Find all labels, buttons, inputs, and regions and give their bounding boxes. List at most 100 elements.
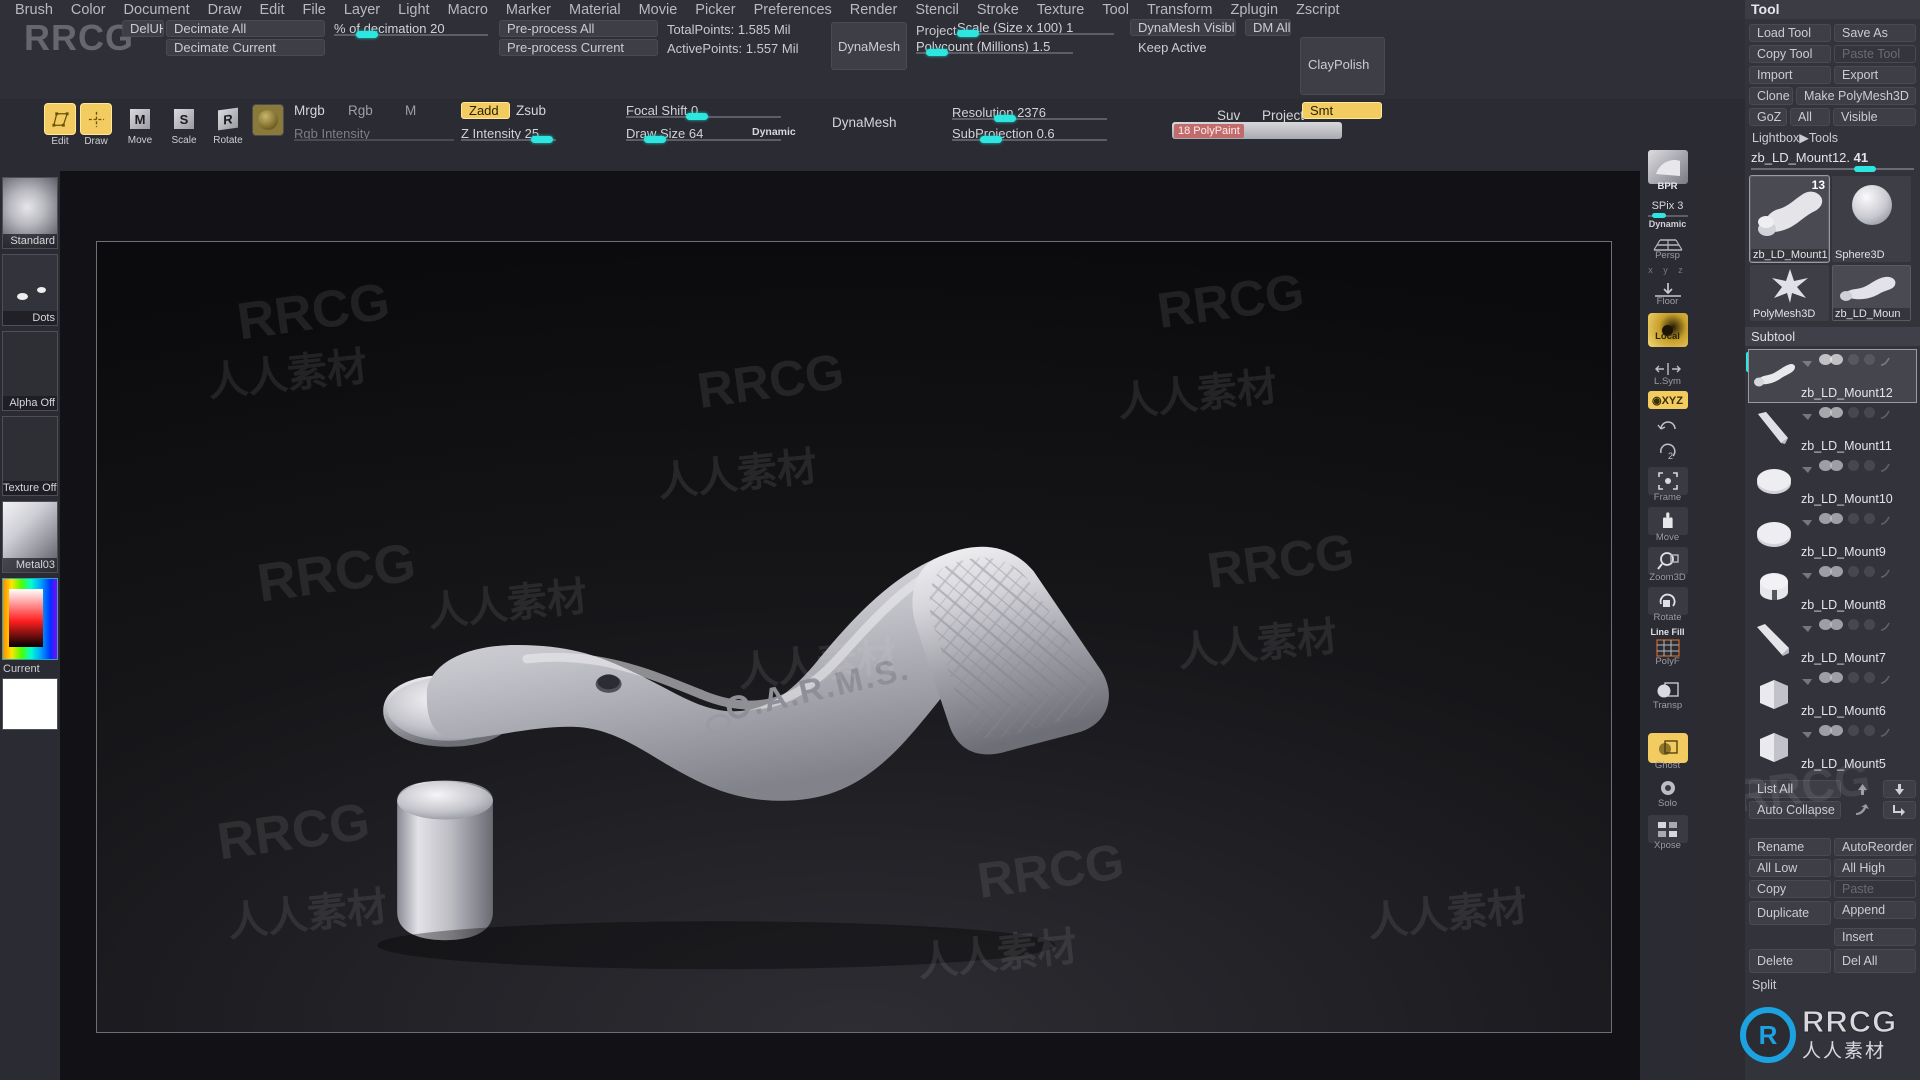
copy-tool-button[interactable]: Copy Tool xyxy=(1749,45,1831,63)
goz-button[interactable]: GoZ xyxy=(1749,108,1787,126)
resolution-slider[interactable]: Resolution 2376 xyxy=(952,104,1107,122)
z-intensity-slider[interactable]: Z Intensity 25 xyxy=(461,125,556,143)
percent-decimation-slider[interactable]: % of decimation 20 xyxy=(334,20,488,38)
decimate-current-button[interactable]: Decimate Current xyxy=(166,39,325,56)
zadd-button[interactable]: Zadd xyxy=(461,102,510,119)
tool-thumb-mount[interactable]: zb_LD_Moun xyxy=(1832,265,1911,321)
menu-item-macro[interactable]: Macro xyxy=(439,2,497,18)
dm-all-button[interactable]: DM All xyxy=(1245,19,1291,36)
auto-collapse-button[interactable]: Auto Collapse xyxy=(1749,801,1841,819)
bpr-button[interactable]: BPR xyxy=(1646,150,1690,192)
local-button[interactable]: Local xyxy=(1646,313,1690,355)
subtool-row[interactable]: zb_LD_Mount7 xyxy=(1749,615,1916,667)
list-all-button[interactable]: List All xyxy=(1749,780,1841,798)
m-button[interactable]: M xyxy=(405,103,416,118)
project-toggle[interactable]: Project xyxy=(1262,108,1304,123)
zoom3d-button[interactable]: Zoom3D xyxy=(1646,547,1690,583)
persp-button[interactable]: Persp xyxy=(1646,233,1690,261)
lsym-button[interactable]: L.Sym xyxy=(1646,359,1690,387)
polypaint-progress[interactable]: 18 PolyPaint xyxy=(1172,122,1342,139)
lightbox-tools-button[interactable]: Lightbox▶Tools xyxy=(1749,129,1916,147)
alpha-selector[interactable]: Alpha Off xyxy=(2,331,58,411)
document-canvas[interactable]: O.A.R.M.S. RRCG 人人素材 RRCG 人人素材 RRCG 人人素材… xyxy=(96,241,1612,1033)
xyz-button[interactable]: ◉XYZ xyxy=(1646,391,1690,409)
menu-item-stencil[interactable]: Stencil xyxy=(906,2,968,18)
smt-button[interactable]: Smt xyxy=(1302,102,1382,119)
dynamesh-visible-button[interactable]: DynaMesh Visible xyxy=(1130,19,1236,36)
rename-button[interactable]: Rename xyxy=(1749,838,1831,856)
menu-item-preferences[interactable]: Preferences xyxy=(745,2,841,18)
menu-item-brush[interactable]: Brush xyxy=(6,2,62,18)
preprocess-all-button[interactable]: Pre-process All xyxy=(499,20,658,37)
subtool-header[interactable]: Subtool xyxy=(1745,327,1920,346)
transp-button[interactable]: Transp xyxy=(1646,677,1690,711)
dynamesh-group-button[interactable]: DynaMesh xyxy=(831,22,907,70)
subtool-row[interactable]: zb_LD_Mount8 xyxy=(1749,562,1916,614)
stroke-selector[interactable]: Dots xyxy=(2,254,58,326)
menu-item-layer[interactable]: Layer xyxy=(335,2,389,18)
polycount-slider[interactable]: Polycount (Millions) 1.5 xyxy=(916,38,1073,56)
menu-item-tool[interactable]: Tool xyxy=(1093,2,1138,18)
subtool-icon-row[interactable] xyxy=(1801,672,1891,685)
copy-subtool-button[interactable]: Copy xyxy=(1749,880,1831,898)
clone-button[interactable]: Clone xyxy=(1749,87,1793,105)
rotate-handle-1[interactable] xyxy=(1646,415,1690,437)
insert-button[interactable]: Insert xyxy=(1834,928,1916,946)
del-all-button[interactable]: Del All xyxy=(1834,949,1916,973)
subtool-icon-row[interactable] xyxy=(1801,354,1891,367)
xpose-button[interactable]: Xpose xyxy=(1646,815,1690,851)
visible-button[interactable]: Visible xyxy=(1833,108,1916,126)
zsub-button[interactable]: Zsub xyxy=(516,103,546,118)
tool-thumb-polymesh3d[interactable]: PolyMesh3D xyxy=(1750,265,1829,321)
move-up-button[interactable] xyxy=(1844,780,1880,798)
subtool-row[interactable]: zb_LD_Mount12 xyxy=(1748,349,1917,403)
mode-move[interactable]: M Move xyxy=(124,103,156,147)
all-low-button[interactable]: All Low xyxy=(1749,859,1831,877)
move-in-button[interactable] xyxy=(1883,801,1916,819)
subtool-row[interactable]: zb_LD_Mount10 xyxy=(1749,456,1916,508)
move-button[interactable]: Move xyxy=(1646,507,1690,543)
spix-slider[interactable]: SPix 3 xyxy=(1646,200,1690,218)
preprocess-current-button[interactable]: Pre-process Current xyxy=(499,39,658,56)
material-selector[interactable]: Metal03 xyxy=(2,501,58,573)
color-picker[interactable] xyxy=(2,578,58,660)
rotate-handle-2[interactable]: 2 xyxy=(1646,441,1690,463)
floor-button[interactable]: Floor xyxy=(1646,279,1690,307)
mode-draw[interactable]: Draw xyxy=(80,103,112,147)
menu-item-light[interactable]: Light xyxy=(389,2,438,18)
menu-item-stroke[interactable]: Stroke xyxy=(968,2,1028,18)
mode-scale[interactable]: S Scale xyxy=(168,103,200,147)
brush-selector[interactable]: Standard xyxy=(2,177,58,249)
subtool-icon-row[interactable] xyxy=(1801,513,1891,526)
import-button[interactable]: Import xyxy=(1749,66,1831,84)
menu-item-transform[interactable]: Transform xyxy=(1138,2,1222,18)
menu-item-file[interactable]: File xyxy=(293,2,334,18)
claypolish-button[interactable]: ClayPolish xyxy=(1300,37,1385,95)
decimate-all-button[interactable]: Decimate All xyxy=(166,20,325,37)
duplicate-button[interactable]: Duplicate xyxy=(1749,901,1831,925)
export-button[interactable]: Export xyxy=(1834,66,1916,84)
rotate-button[interactable]: Rotate xyxy=(1646,587,1690,623)
load-tool-button[interactable]: Load Tool xyxy=(1749,24,1831,42)
mrgb-button[interactable]: Mrgb xyxy=(294,103,325,118)
subtool-row[interactable]: zb_LD_Mount9 xyxy=(1749,509,1916,561)
split-button[interactable]: Split xyxy=(1749,976,1916,994)
subprojection-slider[interactable]: SubProjection 0.6 xyxy=(952,125,1107,143)
tool-name-slider[interactable]: zb_LD_Mount12. 41 xyxy=(1745,150,1920,172)
frame-button[interactable]: Frame xyxy=(1646,467,1690,503)
menu-item-draw[interactable]: Draw xyxy=(199,2,251,18)
menu-item-picker[interactable]: Picker xyxy=(686,2,744,18)
menu-item-render[interactable]: Render xyxy=(841,2,907,18)
delete-button[interactable]: Delete xyxy=(1749,949,1831,973)
rgb-intensity-slider[interactable]: Rgb Intensity xyxy=(294,125,454,141)
auto-reorder-button[interactable]: AutoReorder xyxy=(1834,838,1916,856)
all-high-button[interactable]: All High xyxy=(1834,859,1916,877)
ghost-button[interactable]: Ghost xyxy=(1646,733,1690,771)
material-swatch-button[interactable] xyxy=(252,104,284,136)
keep-active-button[interactable]: Keep Active xyxy=(1130,39,1236,56)
menu-item-material[interactable]: Material xyxy=(560,2,630,18)
menu-item-document[interactable]: Document xyxy=(115,2,199,18)
scale-slider[interactable]: Scale (Size x 100) 1 xyxy=(957,19,1114,37)
subtool-icon-row[interactable] xyxy=(1801,619,1891,632)
del-uh-button[interactable]: DelUH xyxy=(122,20,164,37)
